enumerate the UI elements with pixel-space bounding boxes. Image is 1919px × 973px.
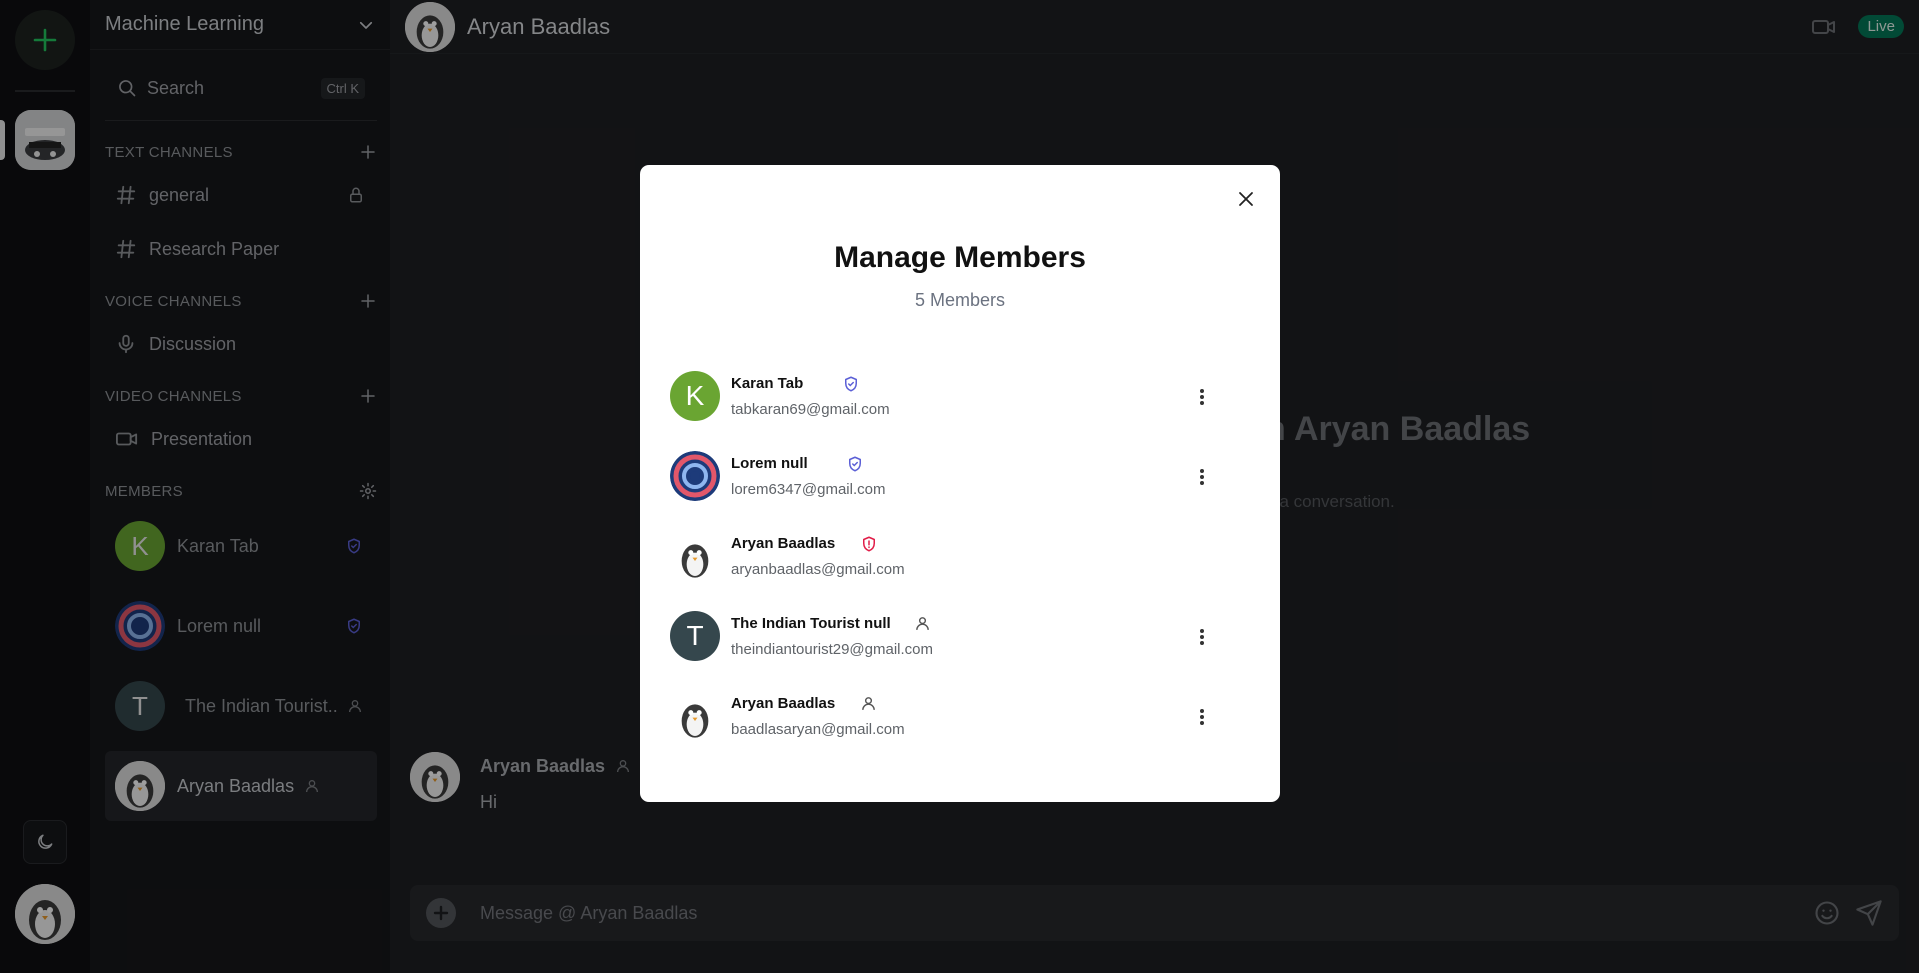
member-row-indian-tourist: T The Indian Tourist null theindiantouri… (670, 611, 1240, 663)
member-row-lorem-null: Lorem null lorem6347@gmail.com (670, 451, 1240, 503)
avatar (670, 531, 720, 581)
member-name: Aryan Baadlas (731, 695, 836, 712)
shield-check-icon (849, 456, 861, 472)
user-icon (862, 697, 875, 710)
manage-members-modal: Manage Members 5 Members K Karan Tab tab… (640, 165, 1280, 802)
modal-subtitle: 5 Members (914, 290, 1006, 310)
member-row-karan-tab: K Karan Tab tabkaran69@gmail.com (670, 371, 1240, 423)
member-email: tabkaran69@gmail.com (731, 401, 890, 418)
member-email: lorem6347@gmail.com (731, 481, 886, 498)
member-row-aryan-baadlas-guest: Aryan Baadlas baadlasaryan@gmail.com (670, 691, 1240, 743)
member-email: aryanbaadlas@gmail.com (731, 561, 905, 578)
close-icon (1239, 192, 1253, 206)
avatar (670, 451, 720, 501)
member-email: baadlasaryan@gmail.com (731, 721, 905, 738)
user-icon (916, 617, 929, 630)
member-email: theindiantourist29@gmail.com (731, 641, 933, 658)
member-options-button[interactable] (1190, 625, 1214, 649)
avatar: K (670, 371, 720, 421)
member-options-button[interactable] (1190, 465, 1214, 489)
more-vertical-icon (1200, 389, 1204, 405)
member-options-button[interactable] (1190, 705, 1214, 729)
member-row-aryan-baadlas-owner: Aryan Baadlas aryanbaadlas@gmail.com (670, 531, 1240, 583)
avatar (670, 691, 720, 741)
more-vertical-icon (1200, 709, 1204, 725)
shield-check-icon (845, 376, 857, 392)
shield-alert-icon (863, 536, 875, 552)
close-button[interactable] (1234, 187, 1258, 211)
modal-title: Manage Members (834, 241, 1086, 274)
member-name: Aryan Baadlas (731, 535, 836, 552)
member-options-button[interactable] (1190, 385, 1214, 409)
member-name: The Indian Tourist null (731, 615, 891, 632)
member-name: Lorem null (731, 455, 808, 472)
member-name: Karan Tab (731, 375, 804, 392)
more-vertical-icon (1200, 629, 1204, 645)
avatar: T (670, 611, 720, 661)
more-vertical-icon (1200, 469, 1204, 485)
